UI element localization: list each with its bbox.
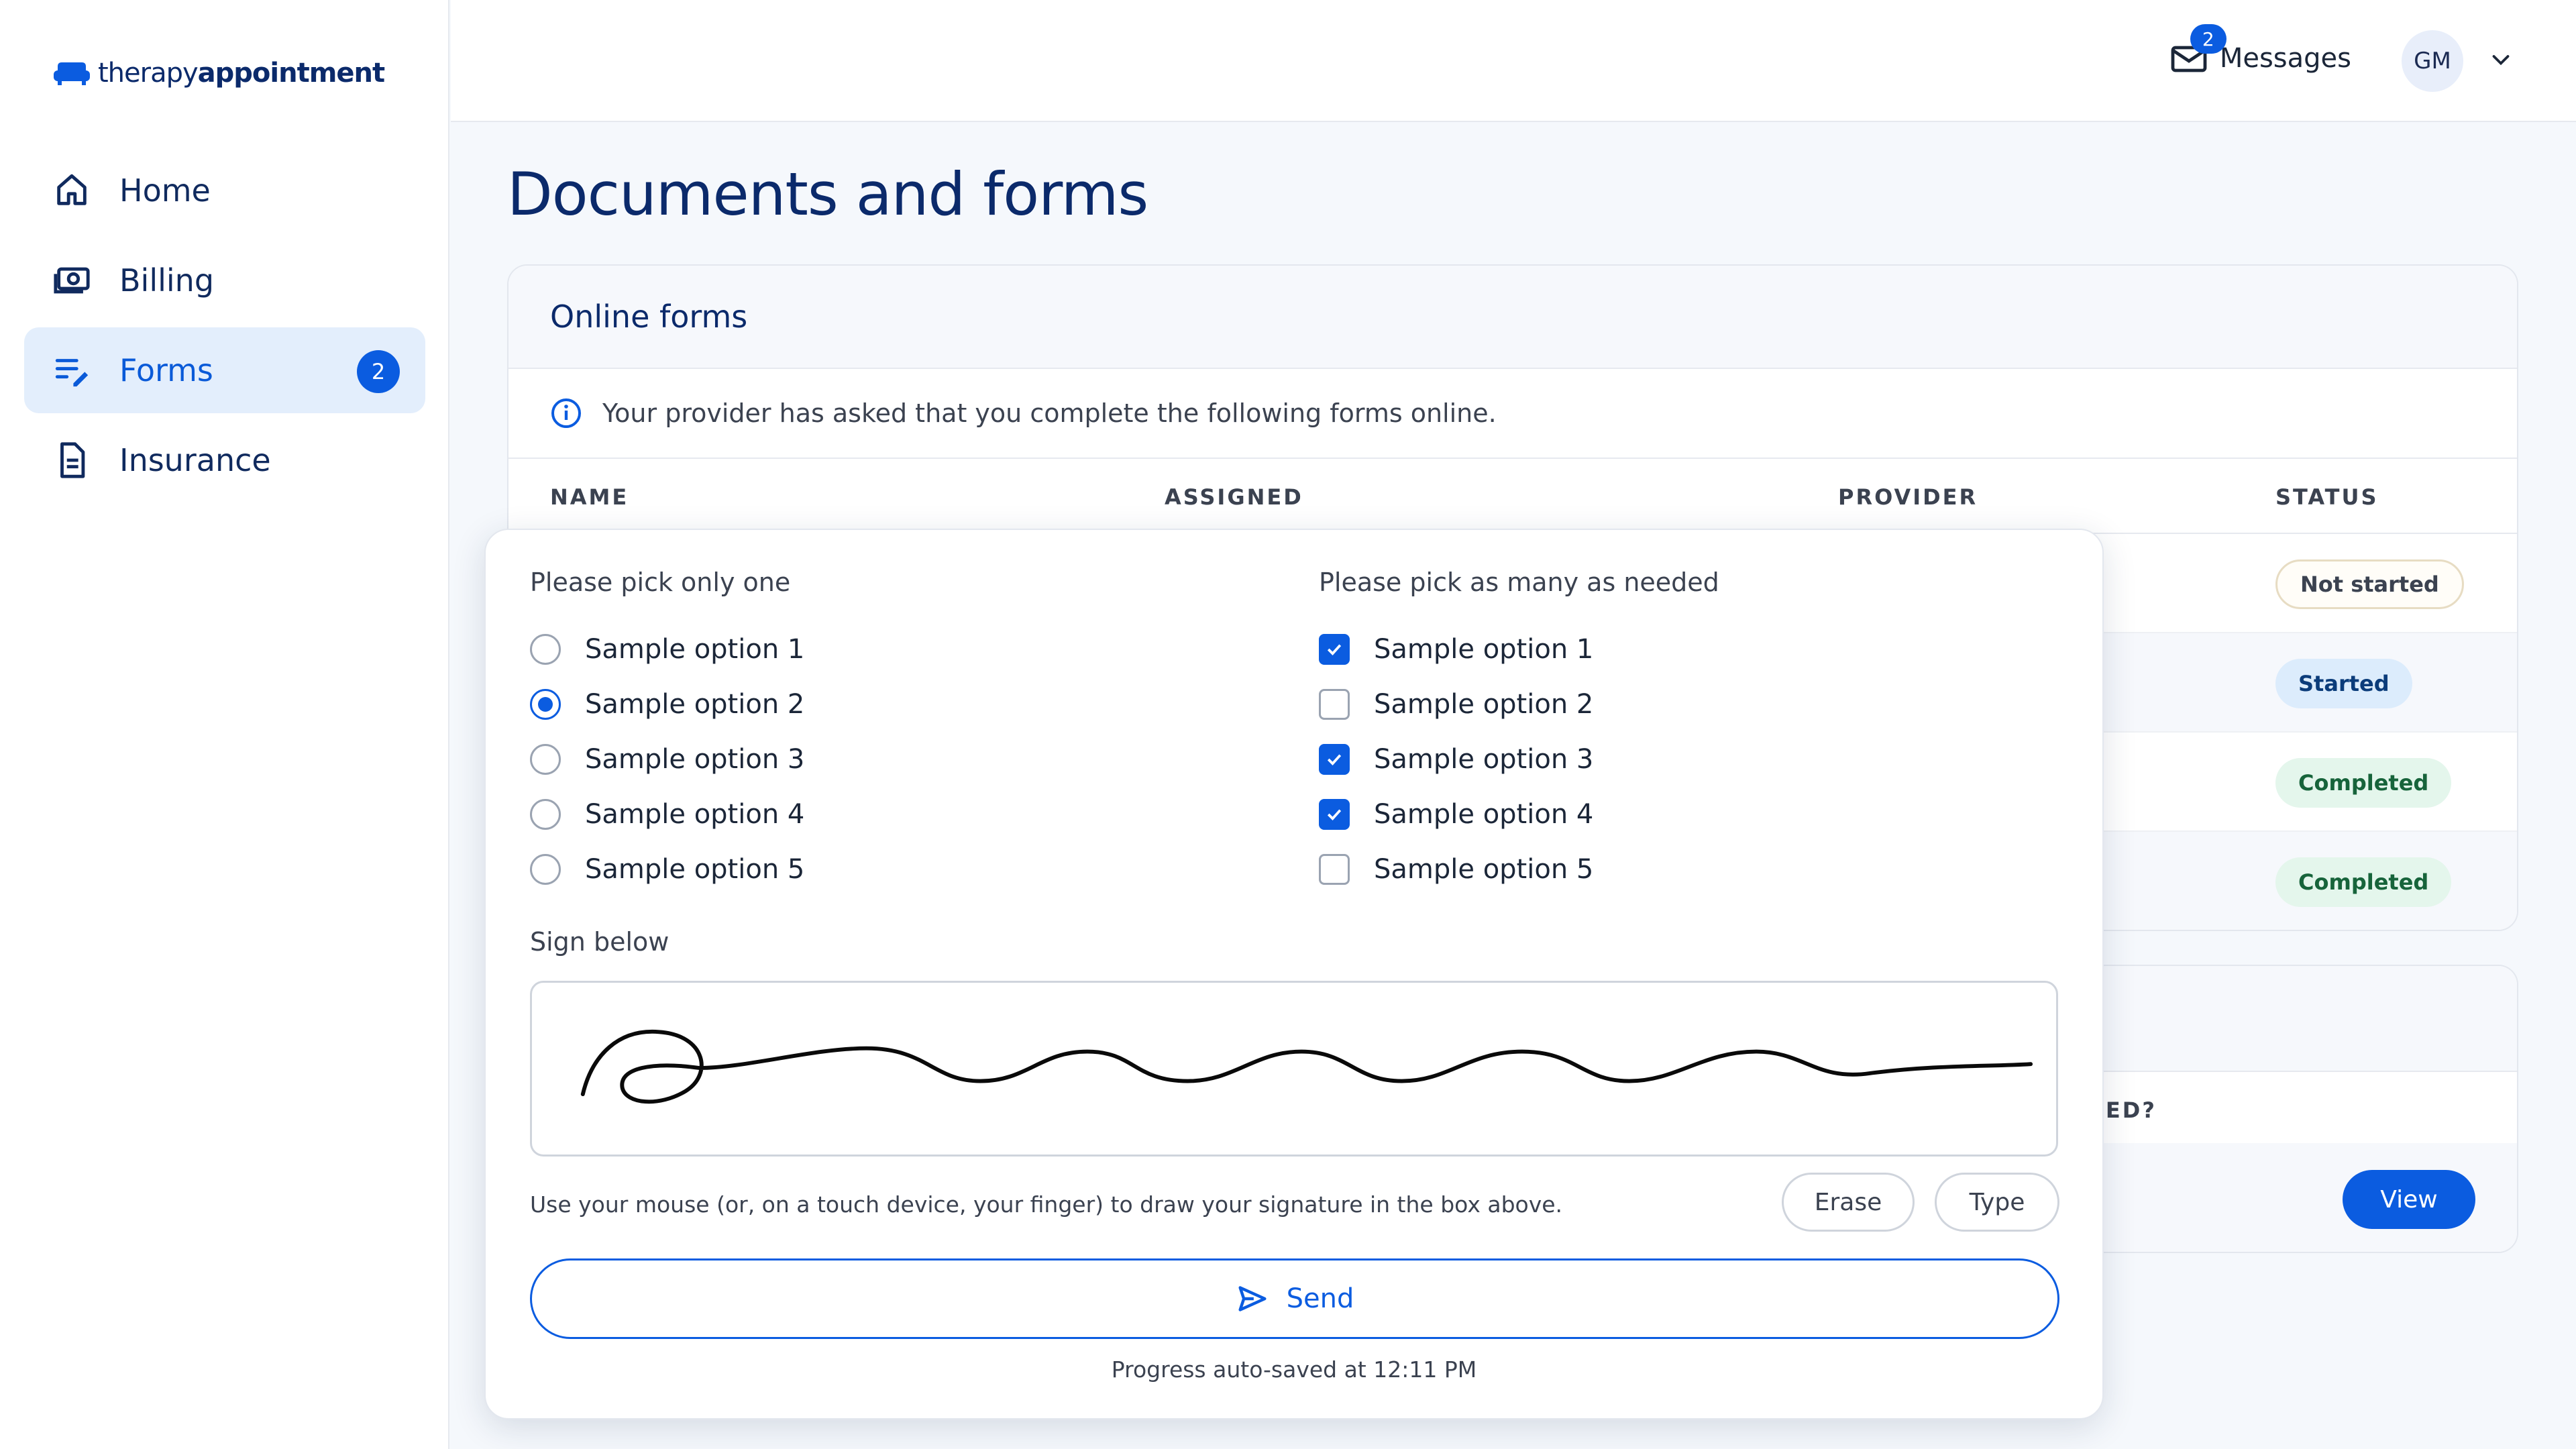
- radio-option-label: Sample option 3: [585, 744, 805, 775]
- sidebar-item-home[interactable]: Home: [24, 148, 425, 233]
- chevron-down-icon[interactable]: [2487, 48, 2514, 72]
- column-header-status[interactable]: STATUS: [2275, 484, 2379, 510]
- column-header-assigned[interactable]: ASSIGNED: [1165, 484, 1303, 510]
- type-button[interactable]: Type: [1935, 1173, 2059, 1232]
- checkbox-option-label: Sample option 2: [1374, 689, 1594, 720]
- send-button[interactable]: Send: [530, 1258, 2059, 1339]
- sidebar-item-label: Home: [119, 172, 211, 209]
- check-icon: [1327, 809, 1342, 820]
- billing-icon: [54, 267, 90, 294]
- info-text: Your provider has asked that you complet…: [602, 398, 1497, 428]
- info-icon: [551, 398, 581, 428]
- radio-button[interactable]: [530, 799, 561, 830]
- checkbox-option-5[interactable]: Sample option 5: [1319, 849, 1593, 890]
- checkbox-option-label: Sample option 5: [1374, 854, 1594, 885]
- radio-button[interactable]: [530, 634, 561, 665]
- radio-option-1[interactable]: Sample option 1: [530, 629, 804, 669]
- signature-hint: Use your mouse (or, on a touch device, y…: [530, 1191, 1563, 1218]
- brand-logo[interactable]: therapy appointment: [52, 58, 385, 89]
- info-banner: Your provider has asked that you complet…: [508, 369, 2517, 459]
- sidebar: therapy appointment Home Billing Forms 2 …: [0, 0, 449, 1449]
- radio-option-label: Sample option 1: [585, 634, 805, 665]
- radio-option-3[interactable]: Sample option 3: [530, 739, 804, 780]
- checkbox-checked[interactable]: [1319, 634, 1350, 665]
- messages-link[interactable]: 2 Messages: [2170, 24, 2351, 75]
- send-icon: [1238, 1286, 1267, 1311]
- sidebar-item-label: Insurance: [119, 442, 271, 478]
- radio-option-label: Sample option 2: [585, 689, 805, 720]
- logo-text-bold: appointment: [197, 58, 385, 89]
- signature-pad[interactable]: [530, 981, 2058, 1157]
- checkbox-option-3[interactable]: Sample option 3: [1319, 739, 1593, 780]
- checkbox-question-label: Please pick as many as needed: [1319, 568, 1719, 597]
- forms-count-badge: 2: [357, 350, 400, 393]
- table-header: NAME ASSIGNED PROVIDER STATUS: [508, 459, 2517, 534]
- avatar[interactable]: GM: [2402, 30, 2463, 92]
- status-badge: Not started: [2275, 559, 2464, 609]
- radio-option-label: Sample option 4: [585, 799, 805, 830]
- top-header: 2 Messages GM: [451, 0, 2576, 122]
- checkbox-option-4[interactable]: Sample option 4: [1319, 794, 1593, 835]
- check-icon: [1327, 754, 1342, 765]
- forms-icon: [55, 359, 89, 387]
- radio-option-5[interactable]: Sample option 5: [530, 849, 804, 890]
- checkbox-checked[interactable]: [1319, 744, 1350, 775]
- column-header-partial: IED?: [2096, 1097, 2157, 1123]
- checkbox-option-label: Sample option 4: [1374, 799, 1594, 830]
- signature-drawing: [580, 1029, 2033, 1104]
- sidebar-item-label: Billing: [119, 262, 215, 299]
- checkbox-option-1[interactable]: Sample option 1: [1319, 629, 1593, 669]
- online-forms-title: Online forms: [508, 266, 2517, 369]
- status-badge: Completed: [2275, 758, 2452, 808]
- radio-question-label: Please pick only one: [530, 568, 791, 597]
- radio-option-4[interactable]: Sample option 4: [530, 794, 804, 835]
- status-badge: Started: [2275, 659, 2412, 708]
- home-icon: [57, 174, 87, 205]
- checkbox[interactable]: [1319, 689, 1350, 720]
- checkbox-option-label: Sample option 3: [1374, 744, 1594, 775]
- page-title: Documents and forms: [507, 160, 1148, 229]
- view-button[interactable]: View: [2343, 1170, 2475, 1229]
- checkbox-option-2[interactable]: Sample option 2: [1319, 684, 1593, 724]
- checkbox-option-label: Sample option 1: [1374, 634, 1594, 665]
- send-label: Send: [1286, 1283, 1354, 1314]
- messages-count-badge: 2: [2190, 24, 2226, 54]
- checkbox[interactable]: [1319, 854, 1350, 885]
- form-dialog: Please pick only one Please pick as many…: [484, 529, 2104, 1419]
- radio-button-selected[interactable]: [530, 689, 561, 720]
- logo-text-light: therapy: [98, 58, 199, 89]
- sidebar-nav: Home Billing Forms 2 Insurance: [24, 148, 425, 507]
- document-icon: [60, 442, 85, 478]
- radio-button[interactable]: [530, 854, 561, 885]
- column-header-name[interactable]: NAME: [550, 484, 629, 510]
- sidebar-item-insurance[interactable]: Insurance: [24, 417, 425, 503]
- radio-option-2[interactable]: Sample option 2: [530, 684, 804, 724]
- radio-option-label: Sample option 5: [585, 854, 805, 885]
- messages-label: Messages: [2219, 43, 2351, 74]
- erase-button[interactable]: Erase: [1782, 1173, 1915, 1232]
- sign-label: Sign below: [530, 927, 669, 957]
- autosave-status: Progress auto-saved at 12:11 PM: [1111, 1356, 1477, 1383]
- status-badge: Completed: [2275, 857, 2452, 907]
- sidebar-item-label: Forms: [119, 352, 213, 388]
- radio-button[interactable]: [530, 744, 561, 775]
- check-icon: [1327, 644, 1342, 655]
- sidebar-item-forms[interactable]: Forms 2: [24, 327, 425, 413]
- checkbox-checked[interactable]: [1319, 799, 1350, 830]
- column-header-provider[interactable]: PROVIDER: [1838, 484, 1978, 510]
- sidebar-item-billing[interactable]: Billing: [24, 237, 425, 323]
- couch-icon: [54, 62, 90, 85]
